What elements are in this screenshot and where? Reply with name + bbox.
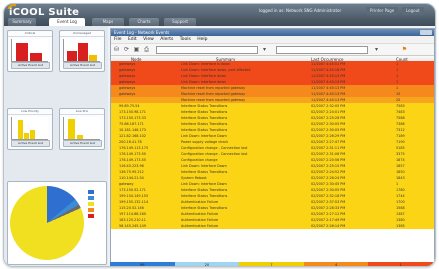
legend-swatch bbox=[88, 196, 94, 200]
cell-summary: Authentication Failure bbox=[181, 224, 219, 228]
filter-select[interactable] bbox=[156, 46, 258, 54]
severity-count[interactable]: 7 bbox=[239, 262, 304, 266]
chart-bar bbox=[24, 133, 29, 139]
severity-count[interactable]: 1 bbox=[368, 262, 433, 266]
severity-count[interactable]: 20 bbox=[174, 262, 240, 266]
printer-page-button[interactable]: Printer Page bbox=[366, 7, 399, 15]
menu-view[interactable]: View bbox=[143, 37, 154, 42]
app-logo: iCOOL Suite bbox=[4, 4, 79, 21]
widget-low-priority: Low Priority Active Event List bbox=[7, 108, 53, 150]
window-controls[interactable] bbox=[420, 30, 432, 35]
tab-support[interactable]: Support bbox=[164, 18, 196, 26]
user-status-text: logged in as: Network SNG Administrator bbox=[259, 8, 342, 13]
chart-bar bbox=[18, 120, 23, 139]
menu-help[interactable]: Help bbox=[197, 37, 207, 42]
legend-swatch bbox=[88, 190, 94, 194]
print-icon[interactable]: ⎙ bbox=[143, 46, 150, 53]
table-row[interactable]: 56.145.245.149 Authentication Failure 02/2… bbox=[111, 223, 434, 229]
event-pie-chart bbox=[7, 181, 107, 265]
chart-bar bbox=[67, 51, 77, 61]
widget-chart bbox=[11, 117, 48, 140]
chart-bar bbox=[89, 55, 97, 61]
tab-maps[interactable]: Maps bbox=[92, 18, 124, 26]
severity-status-bar: 99 20 7 4 1 bbox=[110, 262, 433, 266]
legend-swatch bbox=[88, 202, 94, 206]
widget-title: Unmanaged bbox=[60, 31, 104, 37]
tab-summary[interactable]: Summary bbox=[8, 18, 36, 26]
chevron-down-icon[interactable]: ▾ bbox=[261, 46, 268, 53]
widget-chart bbox=[63, 117, 100, 140]
severity-count[interactable]: 99 bbox=[110, 262, 175, 266]
logout-button[interactable]: Logout bbox=[402, 7, 424, 15]
widget-critical: Critical Active Event List bbox=[7, 30, 53, 72]
tab-charts[interactable]: Charts bbox=[129, 18, 159, 26]
window-title: Event Log - Network Events bbox=[114, 30, 170, 35]
chart-bar bbox=[77, 135, 83, 139]
chart-bar bbox=[68, 119, 75, 139]
refresh-icon[interactable]: ⟳ bbox=[123, 46, 130, 53]
tab-event-log[interactable]: Event Log bbox=[49, 18, 85, 26]
dashboard-panel: Critical Active Event List Unmanaged Act… bbox=[4, 26, 108, 266]
severity-count[interactable]: 4 bbox=[303, 262, 369, 266]
dropdown-icon[interactable]: ▾ bbox=[373, 46, 380, 53]
toolbar: ⛁ ⟳ ▣ ⎙ ▾ ▾ ⚑ bbox=[111, 44, 434, 56]
top-bar: iCOOL Suite logged in as: Network SNG Ad… bbox=[4, 4, 435, 26]
legend-swatch bbox=[88, 208, 94, 212]
filter-icon[interactable]: ⛁ bbox=[113, 46, 120, 53]
active-event-list-button[interactable]: Active Event List bbox=[11, 140, 50, 147]
chart-bar bbox=[30, 130, 35, 139]
window-title-bar: Event Log - Network Events bbox=[111, 29, 434, 36]
event-table: gateways Link Down: Interface is down 11/2… bbox=[111, 61, 434, 256]
menu-file[interactable]: File bbox=[114, 37, 122, 42]
view-select[interactable] bbox=[276, 46, 368, 54]
active-event-list-button[interactable]: Active Event List bbox=[11, 62, 50, 69]
menu-bar: File Edit View Alerts Tools Help bbox=[111, 36, 434, 44]
widget-unmanaged: Unmanaged Active Event List bbox=[59, 30, 105, 72]
app-frame: iCOOL Suite logged in as: Network SNG Ad… bbox=[3, 3, 436, 267]
event-list-window: Event Log - Network Events File Edit Vie… bbox=[110, 28, 435, 266]
cell-time: 02/2007 2:26:14 PM bbox=[311, 224, 346, 228]
pie-chart bbox=[10, 186, 84, 260]
widget-title: Critical bbox=[8, 31, 52, 37]
chart-bar bbox=[78, 43, 88, 61]
active-event-list-button[interactable]: Active Event List bbox=[63, 140, 102, 147]
widget-title: Low Prio bbox=[60, 109, 104, 115]
cell-count: 1365 bbox=[396, 224, 405, 228]
save-icon[interactable]: ▣ bbox=[133, 46, 140, 53]
widget-chart bbox=[11, 39, 48, 62]
chart-bar bbox=[30, 53, 42, 61]
alert-icon[interactable]: ⚑ bbox=[401, 46, 408, 53]
widget-low-prio: Low Prio Active Event List bbox=[59, 108, 105, 150]
chart-bar bbox=[16, 43, 28, 61]
widget-chart bbox=[63, 39, 100, 62]
menu-alerts[interactable]: Alerts bbox=[160, 37, 173, 42]
menu-edit[interactable]: Edit bbox=[128, 37, 137, 42]
widget-title: Low Priority bbox=[8, 109, 52, 115]
legend-swatch bbox=[88, 214, 94, 218]
menu-tools[interactable]: Tools bbox=[180, 37, 191, 42]
active-event-list-button[interactable]: Active Event List bbox=[63, 62, 102, 69]
